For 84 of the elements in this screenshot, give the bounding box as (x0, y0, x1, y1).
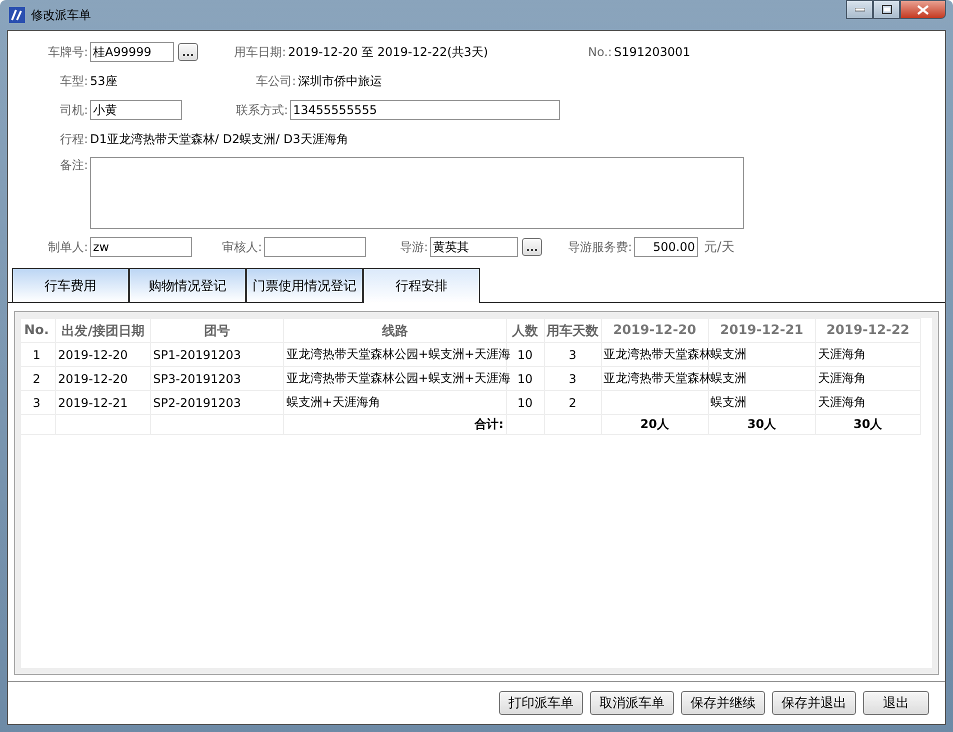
table-cell: 2019-12-20 (58, 348, 128, 362)
action-button[interactable]: 取消派车单 (590, 691, 674, 715)
tab[interactable]: 行车费用 (12, 268, 129, 302)
column-header: 用车天数 (544, 318, 602, 342)
contact-field[interactable]: 13455555555 (290, 100, 560, 120)
table-cell: 2019-12-20 (58, 372, 128, 386)
driver-field[interactable]: 小黄 (90, 100, 182, 120)
table-cell: 10 (517, 348, 533, 362)
action-button[interactable]: 保存并退出 (772, 691, 856, 715)
guide-field[interactable]: 黄英其 (430, 237, 518, 257)
minimize-button[interactable] (846, 0, 873, 19)
field-label: 车牌号: (46, 44, 89, 60)
maximize-icon (882, 5, 892, 14)
field-label: 司机: (58, 102, 89, 118)
tab[interactable]: 门票使用情况登记 (246, 268, 363, 302)
action-button[interactable]: 退出 (863, 691, 929, 715)
tab[interactable]: 行程安排 (363, 268, 480, 303)
table-cell: 天涯海角 (818, 395, 866, 409)
close-icon (917, 4, 929, 14)
table-cell: 天涯海角 (818, 371, 866, 385)
table-cell: 2 (32, 372, 40, 386)
table-cell: 蜈支洲 (710, 347, 747, 361)
column-header: 2019-12-21 (708, 318, 816, 342)
table-cell: SP2-20191203 (153, 396, 242, 410)
remarks-field[interactable] (90, 157, 744, 229)
itinerary-text: D1亚龙湾热带天堂森林/ D2蜈支洲/ D3天涯海角 (90, 130, 348, 148)
table-cell: 10 (517, 396, 533, 410)
table-cell: 亚龙湾热带天堂森林公园+蜈支洲+天涯海 (286, 371, 510, 385)
field-label: 导游服务费: (566, 238, 633, 256)
field-label: 导游: (398, 238, 429, 256)
table-cell: 3 (32, 396, 40, 410)
date-range: 2019-12-20 至 2019-12-22(共3天) (288, 44, 490, 60)
table-cell: SP1-20191203 (153, 348, 242, 362)
field-label: 车型: (58, 72, 89, 90)
field-label: 联系方式: (234, 102, 289, 118)
table-cell: 2 (568, 396, 576, 410)
company-name: 深圳市侨中旅运 (298, 72, 382, 90)
table-cell: 蜈支洲 (710, 395, 747, 409)
table-cell: 天涯海角 (818, 347, 866, 361)
table-cell: 蜈支洲+天涯海角 (286, 395, 380, 409)
reviewer-field[interactable] (264, 237, 366, 257)
window-title: 修改派车单 (31, 6, 91, 24)
field-label: 备注: (58, 157, 89, 174)
field-label: 制单人: (46, 238, 89, 256)
column-header: 2019-12-22 (815, 318, 920, 342)
total-cell: 20人 (640, 417, 669, 431)
total-cell: 30人 (747, 417, 776, 431)
field-label: 行程: (58, 130, 89, 148)
table-cell: 亚龙湾热带天堂森林公园+蜈支洲+天涯海 (286, 347, 510, 361)
column-header: 2019-12-20 (601, 318, 708, 342)
action-button[interactable]: 打印派车单 (499, 691, 583, 715)
column-header: 人数 (506, 318, 544, 342)
column-header: 团号 (150, 318, 284, 342)
plate-field[interactable]: 桂A99999 (90, 42, 174, 62)
table-cell: 3 (568, 372, 576, 386)
table-cell: 1 (32, 348, 40, 362)
car-type: 53座 (90, 72, 118, 90)
fee-unit: 元/天 (704, 239, 734, 256)
guide-fee-field[interactable]: 500.00 (634, 237, 698, 257)
tab[interactable]: 购物情况登记 (129, 268, 246, 302)
column-header: 出发/接团日期 (56, 318, 151, 342)
browse-button[interactable] (522, 238, 542, 256)
column-header: 线路 (284, 318, 506, 342)
total-label: 合计: (474, 417, 504, 431)
creator-field[interactable]: zw (90, 237, 192, 257)
action-button[interactable]: 保存并继续 (681, 691, 765, 715)
table-cell: 3 (568, 348, 576, 362)
maximize-button[interactable] (873, 0, 900, 19)
app-icon (9, 7, 25, 23)
field-label: 审核人: (220, 238, 263, 256)
minimize-icon (854, 8, 864, 12)
table-cell: SP3-20191203 (153, 372, 242, 386)
table-cell: 亚龙湾热带天堂森林 (604, 371, 712, 385)
total-cell: 30人 (854, 417, 882, 431)
order-number: S191203001 (614, 45, 690, 59)
browse-button[interactable] (178, 43, 198, 61)
table-cell: 蜈支洲 (710, 371, 747, 385)
field-label: No.: (588, 45, 613, 59)
close-button[interactable] (900, 0, 946, 19)
table-cell: 亚龙湾热带天堂森林 (604, 347, 712, 361)
field-label: 用车日期: (232, 44, 287, 60)
table-cell: 2019-12-21 (58, 396, 128, 410)
field-label: 车公司: (254, 72, 297, 90)
table-cell: 10 (517, 372, 533, 386)
